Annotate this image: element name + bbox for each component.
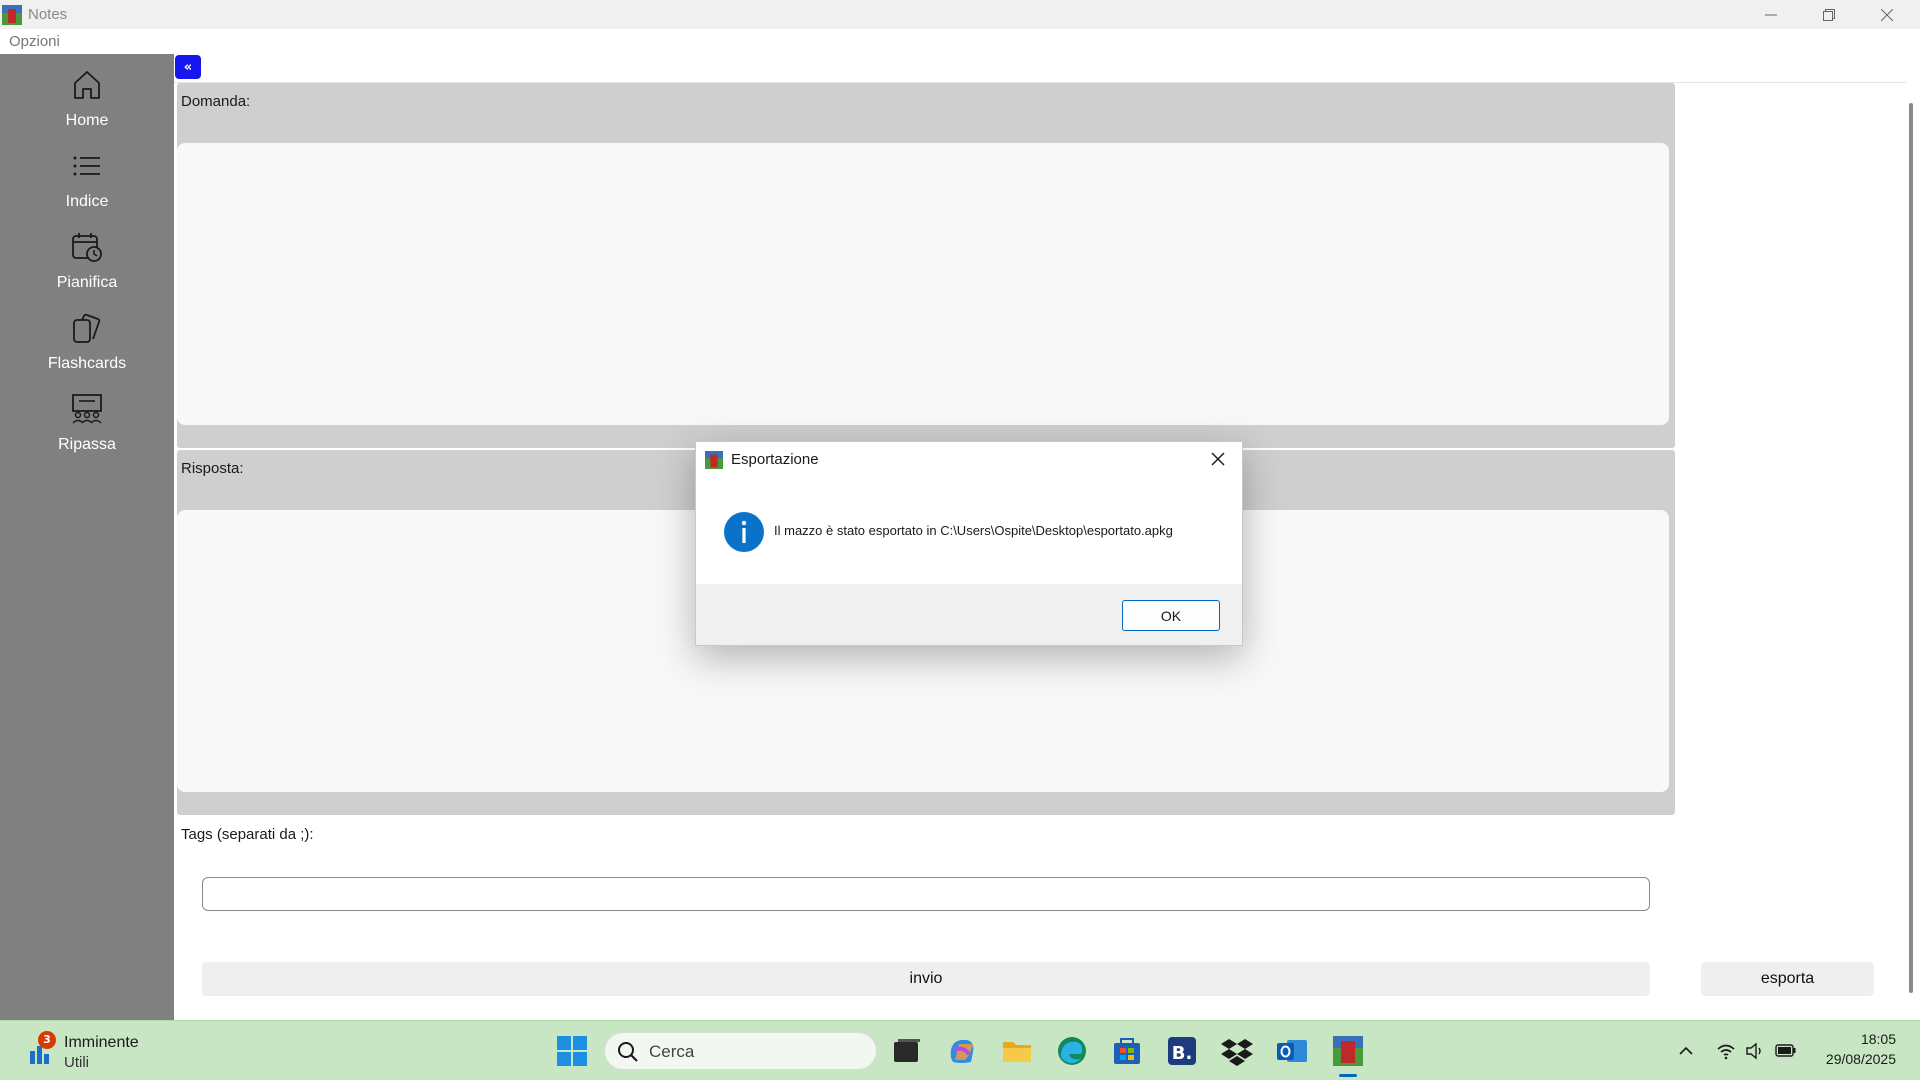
copilot-icon[interactable]: [945, 1034, 979, 1068]
dialog-body: Il mazzo è stato esportato in C:\Users\O…: [696, 476, 1242, 584]
close-icon: [1881, 8, 1893, 21]
store-icon[interactable]: [1110, 1034, 1144, 1068]
widgets-button[interactable]: 3 Imminente Utili: [24, 1031, 154, 1073]
submit-button[interactable]: invio: [202, 962, 1650, 996]
widget-title: Imminente: [64, 1034, 139, 1051]
question-panel: Domanda:: [177, 83, 1675, 448]
dialog-title-bar: Esportazione: [696, 442, 1242, 476]
ok-button[interactable]: OK: [1122, 600, 1220, 631]
sidebar-item-ripassa[interactable]: Ripassa: [0, 384, 174, 462]
search-box[interactable]: Cerca: [604, 1032, 877, 1070]
active-app-indicator: [1339, 1074, 1357, 1077]
volume-icon[interactable]: [1745, 1041, 1765, 1061]
svg-text:B.: B.: [1172, 1043, 1193, 1064]
title-bar: Notes: [0, 0, 1920, 29]
scrollbar-thumb[interactable]: [1909, 103, 1913, 993]
tags-label: Tags (separati da ;):: [181, 826, 314, 843]
restore-button[interactable]: [1800, 0, 1858, 29]
question-label: Domanda:: [181, 93, 251, 110]
dialog-close-button[interactable]: [1202, 447, 1234, 471]
notes-app-icon[interactable]: [1331, 1034, 1365, 1068]
file-explorer-icon[interactable]: [1000, 1034, 1034, 1068]
restore-icon: [1823, 8, 1835, 21]
sidebar-item-indice[interactable]: Indice: [0, 141, 174, 219]
info-icon: [724, 512, 764, 552]
list-icon: [73, 156, 100, 176]
sidebar-item-label: Flashcards: [47, 355, 127, 372]
close-icon: [1211, 452, 1225, 466]
search-icon: [618, 1042, 638, 1062]
export-button[interactable]: esporta: [1701, 962, 1874, 996]
close-button[interactable]: [1858, 0, 1916, 29]
minimize-icon: [1765, 14, 1777, 15]
presentation-group-icon: [72, 394, 102, 424]
menu-bar: Opzioni: [0, 29, 1920, 54]
question-textarea[interactable]: [177, 143, 1669, 425]
scrollbar[interactable]: [1906, 83, 1920, 1020]
task-view-icon[interactable]: [890, 1034, 924, 1068]
taskbar: 3 Imminente Utili Cerca B. 18:05 29/08/2…: [0, 1020, 1920, 1080]
dialog-message: Il mazzo è stato esportato in C:\Users\O…: [774, 523, 1173, 538]
outlook-icon[interactable]: [1275, 1034, 1309, 1068]
sidebar-item-pianifica[interactable]: Pianifica: [0, 222, 174, 300]
edge-icon[interactable]: [1055, 1034, 1089, 1068]
sidebar-item-label: Home: [65, 112, 109, 129]
minimize-button[interactable]: [1742, 0, 1800, 29]
notes-app-icon: [2, 5, 22, 25]
notification-badge: 3: [38, 1031, 56, 1049]
dialog-title: Esportazione: [731, 451, 819, 468]
cards-icon: [73, 313, 101, 343]
calendar-clock-icon: [72, 233, 102, 262]
sidebar-item-label: Pianifica: [56, 274, 118, 291]
chevron-up-icon[interactable]: [1678, 1043, 1694, 1059]
window-title: Notes: [28, 6, 68, 23]
search-placeholder: Cerca: [649, 1042, 695, 1061]
sidebar-item-label: Ripassa: [58, 436, 116, 453]
booking-icon[interactable]: B.: [1165, 1034, 1199, 1068]
clock-time[interactable]: 18:05: [1810, 1031, 1896, 1047]
sidebar-item-home[interactable]: Home: [0, 60, 174, 138]
dropbox-icon[interactable]: [1220, 1034, 1254, 1068]
sidebar-item-flashcards[interactable]: Flashcards: [0, 303, 174, 381]
sidebar-item-label: Indice: [65, 193, 109, 210]
home-icon: [74, 71, 100, 99]
clock-date[interactable]: 29/08/2025: [1810, 1051, 1896, 1067]
menu-opzioni[interactable]: Opzioni: [9, 33, 60, 50]
wifi-icon[interactable]: [1716, 1041, 1736, 1061]
answer-label: Risposta:: [181, 460, 244, 477]
notes-app-icon: [705, 451, 723, 469]
sidebar: Home Indice Pianifica Flashcards Ripassa: [0, 54, 174, 1020]
tags-input[interactable]: [202, 877, 1650, 911]
collapse-sidebar-button[interactable]: «: [175, 55, 201, 79]
start-icon[interactable]: [555, 1034, 589, 1068]
export-dialog: Esportazione Il mazzo è stato esportato …: [695, 441, 1243, 646]
battery-icon[interactable]: [1775, 1042, 1797, 1060]
widget-subtitle: Utili: [64, 1054, 89, 1071]
